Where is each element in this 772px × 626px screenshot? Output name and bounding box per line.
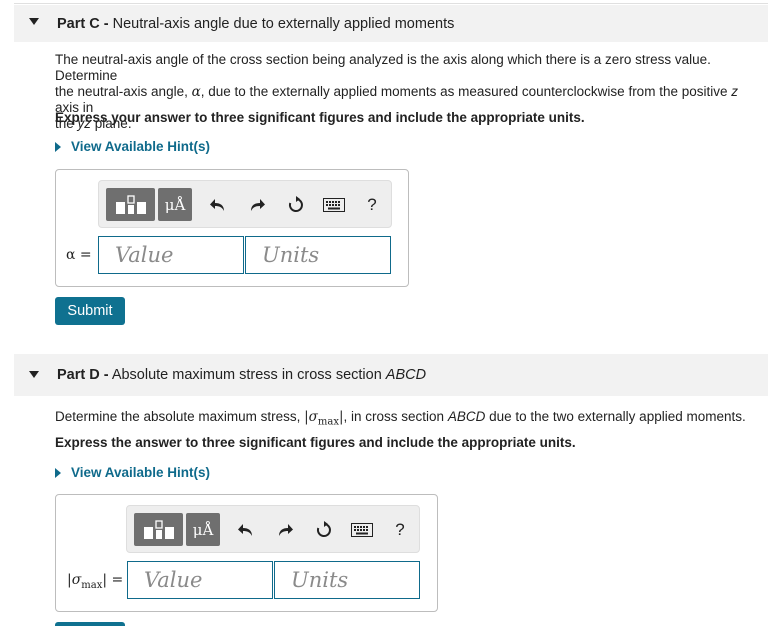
part-c-title: Part C - Neutral-axis angle due to exter… xyxy=(57,16,454,32)
part-d-value-input[interactable]: Value xyxy=(127,561,273,599)
submit-button[interactable]: Submit xyxy=(55,297,125,325)
part-c-title-text: Neutral-axis angle due to externally app… xyxy=(112,15,455,32)
undo-icon[interactable] xyxy=(235,519,257,541)
part-d-math-toolbar: μÅ ? xyxy=(126,505,420,553)
help-icon[interactable]: ? xyxy=(361,194,383,216)
templates-icon[interactable] xyxy=(106,188,155,221)
expand-hint-icon xyxy=(55,141,61,152)
collapse-caret-icon[interactable] xyxy=(29,371,39,378)
part-c-instruction: Express your answer to three significant… xyxy=(55,110,585,125)
part-c-hint-label: View Available Hint(s) xyxy=(71,139,211,154)
part-c-desc-line1: The neutral-axis angle of the cross sect… xyxy=(55,52,711,83)
reset-icon[interactable] xyxy=(313,519,335,541)
sigma-max-label: |σmax| = xyxy=(67,572,124,591)
part-c-math-toolbar: μÅ ? xyxy=(98,180,392,228)
part-d-hint-label: View Available Hint(s) xyxy=(71,465,211,480)
part-d-instruction: Express the answer to three significant … xyxy=(55,435,576,450)
units-symbol-button[interactable]: μÅ xyxy=(186,513,220,546)
part-c-units-input[interactable]: Units xyxy=(245,236,391,274)
part-d-answer-box: μÅ ? |σmax| = Value Units xyxy=(55,494,438,612)
alpha-label: α = xyxy=(66,247,92,263)
collapse-caret-icon[interactable] xyxy=(29,18,39,25)
part-d-label: Part D - xyxy=(57,367,109,383)
keyboard-icon[interactable] xyxy=(350,519,374,541)
part-c-label: Part C - xyxy=(57,15,109,32)
part-d-header[interactable]: Part D - Absolute maximum stress in cros… xyxy=(14,354,768,396)
part-c-value-input[interactable]: Value xyxy=(98,236,244,274)
part-c-hint-link[interactable]: View Available Hint(s) xyxy=(55,139,210,154)
part-d-title: Part D - Absolute maximum stress in cros… xyxy=(57,367,427,383)
sigma-max-symbol: |σmax| xyxy=(304,409,344,428)
top-divider xyxy=(14,3,768,4)
part-d-description: Determine the absolute maximum stress, |… xyxy=(55,409,746,428)
help-icon[interactable]: ? xyxy=(389,519,411,541)
units-symbol-button[interactable]: μÅ xyxy=(158,188,192,221)
part-d-hint-link[interactable]: View Available Hint(s) xyxy=(55,465,210,480)
redo-icon[interactable] xyxy=(274,519,296,541)
redo-icon[interactable] xyxy=(246,194,268,216)
part-d-units-input[interactable]: Units xyxy=(274,561,420,599)
keyboard-icon[interactable] xyxy=(322,194,346,216)
part-d-submit-button-partial[interactable] xyxy=(55,622,125,626)
part-c-header[interactable]: Part C - Neutral-axis angle due to exter… xyxy=(14,5,768,42)
expand-hint-icon xyxy=(55,467,61,478)
reset-icon[interactable] xyxy=(285,194,307,216)
part-c-answer-box: μÅ ? α = Value Units xyxy=(55,169,409,287)
templates-icon[interactable] xyxy=(134,513,183,546)
undo-icon[interactable] xyxy=(207,194,229,216)
